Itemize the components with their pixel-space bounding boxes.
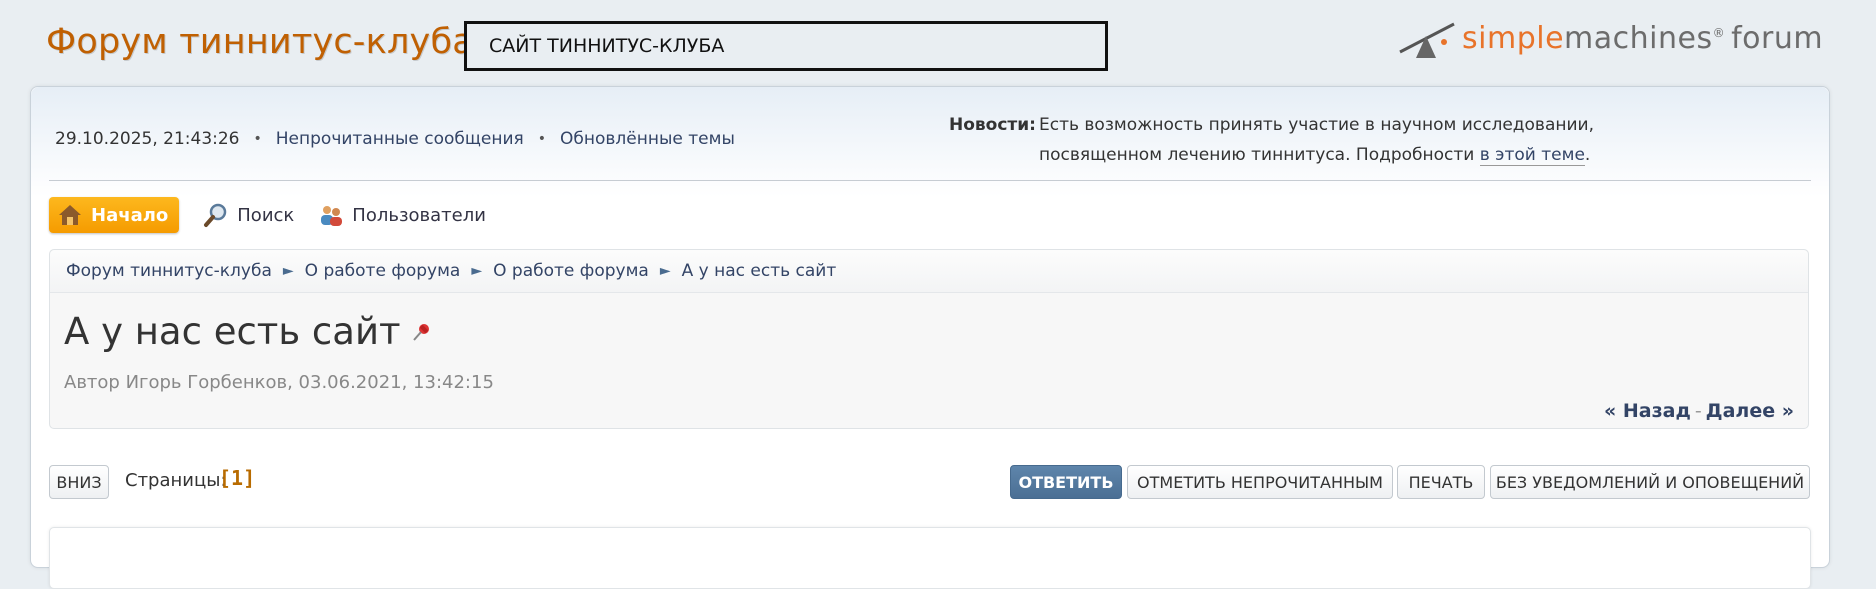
notify-button[interactable]: БЕЗ УВЕДОМЛЕНИЙ И ОПОВЕЩЕНИЙ <box>1490 465 1810 499</box>
forum-title[interactable]: Форум тиннитус-клуба <box>46 22 474 62</box>
reply-button[interactable]: ОТВЕТИТЬ <box>1010 465 1122 499</box>
divider <box>49 180 1811 181</box>
menu-home[interactable]: Начало <box>49 197 180 233</box>
topic-title-text: А у нас есть сайт <box>64 310 401 353</box>
content-wrapper: 29.10.2025, 21:43:26 • Непрочитанные соо… <box>30 86 1830 589</box>
topic-title: А у нас есть сайт <box>64 310 433 353</box>
unread-posts-link[interactable]: Непрочитанные сообщения <box>276 129 524 149</box>
menu-members[interactable]: Пользователи <box>318 197 486 233</box>
logo-machines-text: machines <box>1564 20 1713 56</box>
search-icon <box>204 203 227 227</box>
news-text: Есть возможность принять участие в научн… <box>1039 115 1594 166</box>
topic-header-box: Форум тиннитус-клуба ► О работе форума ►… <box>49 249 1809 429</box>
site-link-box[interactable]: САЙТ ТИННИТУС-КЛУБА <box>464 21 1108 71</box>
topic-nav: « Назад - Далее » <box>1604 400 1794 422</box>
pages-label: Страницы: <box>125 470 227 491</box>
topic-author: Автор Игорь Горбенков, 03.06.2021, 13:42… <box>64 372 494 393</box>
prev-topic-link[interactable]: « Назад <box>1604 400 1691 422</box>
news-section: Новости: Есть возможность принять участи… <box>949 110 1709 170</box>
menu-search[interactable]: Поиск <box>203 197 294 233</box>
next-topic-link[interactable]: Далее » <box>1706 400 1794 422</box>
breadcrumb: Форум тиннитус-клуба ► О работе форума ►… <box>50 250 1808 293</box>
current-datetime: 29.10.2025, 21:43:26 <box>55 129 240 149</box>
mark-unread-button[interactable]: ОТМЕТИТЬ НЕПРОЧИТАННЫМ <box>1127 465 1393 499</box>
home-icon <box>59 205 81 225</box>
separator-dot: • <box>253 131 262 147</box>
print-button[interactable]: ПЕЧАТЬ <box>1397 465 1485 499</box>
nav-separator: - <box>1694 400 1702 422</box>
breadcrumb-separator-icon: ► <box>659 263 671 279</box>
breadcrumb-item[interactable]: О работе форума <box>493 261 649 281</box>
main-menu: Начало Поиск Пользователи <box>49 197 486 233</box>
logo-forum-text: forum <box>1731 20 1824 56</box>
breadcrumb-separator-icon: ► <box>471 263 483 279</box>
logo-simple-text: simple <box>1462 20 1565 56</box>
users-icon <box>321 206 343 226</box>
current-page: [1] <box>219 466 256 490</box>
smf-logo[interactable]: simplemachines® forum <box>1398 18 1823 58</box>
breadcrumb-item-current[interactable]: А у нас есть сайт <box>682 261 837 281</box>
pin-icon <box>412 323 429 341</box>
logo-reg-mark: ® <box>1712 25 1726 40</box>
upper-section: 29.10.2025, 21:43:26 • Непрочитанные соо… <box>31 87 1829 197</box>
breadcrumb-item[interactable]: О работе форума <box>305 261 461 281</box>
breadcrumb-separator-icon: ► <box>282 263 294 279</box>
menu-search-label: Поиск <box>237 204 295 226</box>
menu-members-label: Пользователи <box>352 204 486 226</box>
news-topic-link[interactable]: в этой теме <box>1479 145 1585 166</box>
go-down-button[interactable]: ВНИЗ <box>49 465 109 499</box>
post-area <box>49 527 1811 589</box>
seesaw-logo-icon <box>1399 22 1455 58</box>
user-bar: 29.10.2025, 21:43:26 • Непрочитанные соо… <box>55 129 735 149</box>
news-label: Новости: <box>949 115 1036 135</box>
breadcrumb-item[interactable]: Форум тиннитус-клуба <box>66 261 272 281</box>
updated-topics-link[interactable]: Обновлённые темы <box>560 129 735 149</box>
separator-dot: • <box>537 131 547 147</box>
site-link-label: САЙТ ТИННИТУС-КЛУБА <box>489 35 725 57</box>
menu-home-label: Начало <box>91 204 169 226</box>
